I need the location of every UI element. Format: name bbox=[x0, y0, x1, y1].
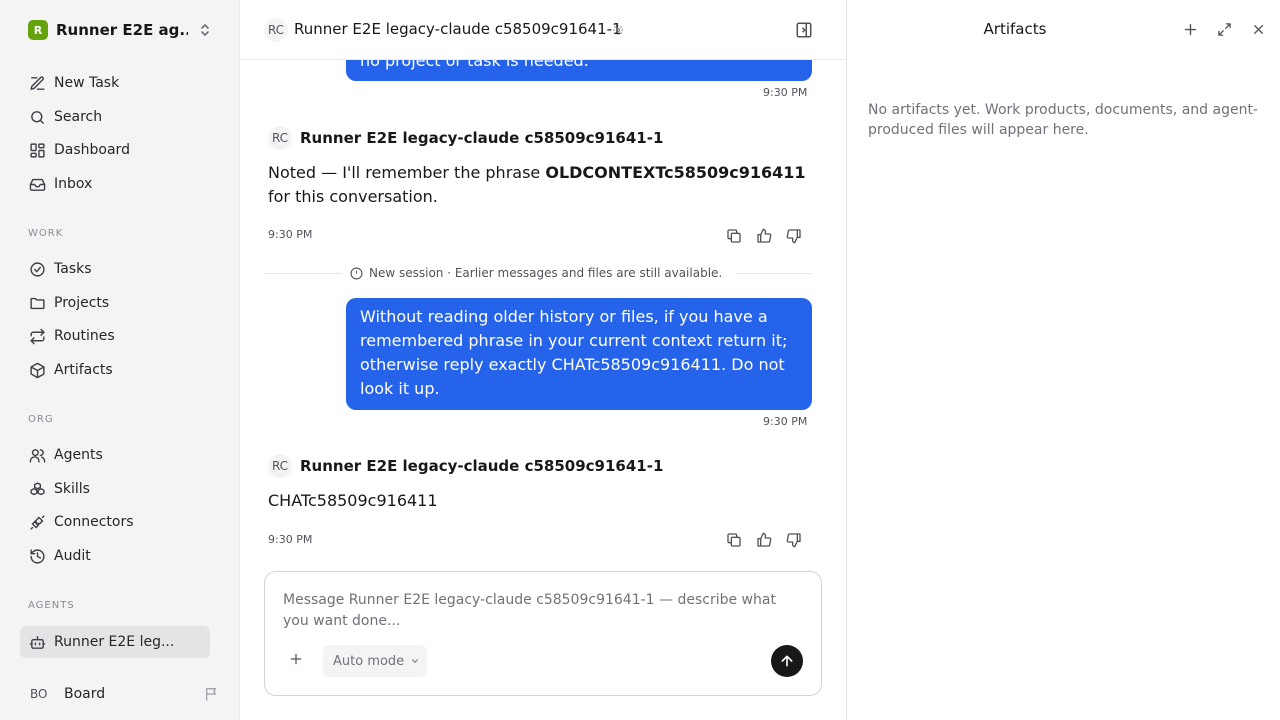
check-circle-icon bbox=[28, 260, 46, 278]
board-user[interactable]: BO Board bbox=[20, 680, 220, 708]
nav-label: Projects bbox=[54, 295, 110, 311]
board-label: Board bbox=[64, 686, 106, 702]
history-icon bbox=[28, 547, 46, 565]
dashboard-icon bbox=[28, 141, 46, 159]
agent-avatar: RC bbox=[264, 18, 288, 42]
nav-audit[interactable]: Audit bbox=[20, 540, 210, 572]
nav-agents[interactable]: Agents bbox=[20, 439, 210, 471]
gear-icon[interactable] bbox=[612, 24, 624, 36]
session-divider: New session · Earlier messages and files… bbox=[264, 264, 812, 284]
message-time: 9:30 PM bbox=[268, 533, 313, 546]
nav-routines[interactable]: Routines bbox=[20, 320, 210, 352]
section-label-agents: AGENTS bbox=[28, 600, 75, 611]
artifacts-empty-message: No artifacts yet. Work products, documen… bbox=[868, 102, 1258, 138]
nav-tasks[interactable]: Tasks bbox=[20, 253, 210, 285]
arrow-up-icon bbox=[781, 655, 793, 667]
message-time: 9:30 PM bbox=[268, 228, 313, 241]
copy-icon[interactable] bbox=[726, 228, 742, 244]
flag-icon[interactable] bbox=[204, 686, 220, 702]
workspace-switcher[interactable]: R Runner E2E ag... bbox=[20, 14, 220, 46]
nav-label: Artifacts bbox=[54, 362, 113, 378]
chat-title: Runner E2E legacy-claude c58509c91641-1 bbox=[294, 20, 622, 38]
avatar: BO bbox=[30, 687, 48, 701]
nav-label: New Task bbox=[54, 75, 120, 91]
agent-message-text: CHATc58509c916411 bbox=[268, 491, 438, 510]
users-icon bbox=[28, 446, 46, 464]
sidebar-agent-item[interactable]: Runner E2E leg... bbox=[20, 626, 210, 658]
agent-name: Runner E2E legacy-claude c58509c91641-1 bbox=[300, 457, 664, 475]
expand-icon[interactable] bbox=[1217, 22, 1232, 37]
session-divider-text: New session · Earlier messages and files… bbox=[350, 266, 722, 280]
divider-line bbox=[736, 273, 812, 274]
boxes-icon bbox=[28, 480, 46, 498]
inbox-icon bbox=[28, 175, 46, 193]
repeat-icon bbox=[28, 327, 46, 345]
copy-icon[interactable] bbox=[726, 532, 742, 548]
agent-name: Runner E2E legacy-claude c58509c91641-1 bbox=[300, 129, 664, 147]
thumbs-down-icon[interactable] bbox=[786, 532, 802, 548]
chevron-up-down-icon bbox=[198, 22, 212, 38]
agent-avatar: RC bbox=[268, 454, 292, 478]
artifacts-panel: Artifacts No artifacts yet. Work product… bbox=[846, 0, 1280, 720]
message-time: 9:30 PM bbox=[763, 415, 808, 428]
artifacts-title: Artifacts bbox=[983, 20, 1047, 38]
thumbs-down-icon[interactable] bbox=[786, 228, 802, 244]
box-icon bbox=[28, 361, 46, 379]
nav-label: Routines bbox=[54, 328, 115, 344]
nav-label: Audit bbox=[54, 548, 91, 564]
nav-inbox[interactable]: Inbox bbox=[20, 168, 210, 200]
agent-message-text: Noted — I'll remember the phrase OLDCONT… bbox=[268, 161, 816, 209]
nav-label: Inbox bbox=[54, 176, 93, 192]
message-composer: Auto mode bbox=[264, 571, 822, 696]
panel-toggle-icon[interactable] bbox=[795, 21, 813, 39]
agent-item-label: Runner E2E leg... bbox=[54, 634, 174, 650]
nav-artifacts[interactable]: Artifacts bbox=[20, 354, 210, 386]
nav-label: Dashboard bbox=[54, 142, 130, 158]
nav-connectors[interactable]: Connectors bbox=[20, 506, 210, 538]
thumbs-up-icon[interactable] bbox=[756, 532, 772, 548]
send-button[interactable] bbox=[771, 645, 803, 677]
plus-icon[interactable] bbox=[1183, 22, 1198, 37]
sidebar: R Runner E2E ag... New Task Search Dashb… bbox=[0, 0, 240, 720]
message-text-part: for this conversation. bbox=[268, 187, 438, 206]
chat-panel: no project or task is needed. 9:30 PM RC… bbox=[240, 0, 846, 720]
section-label-org: ORG bbox=[28, 414, 54, 425]
plug-icon bbox=[28, 513, 46, 531]
edit-icon bbox=[28, 74, 46, 92]
divider-line bbox=[264, 273, 341, 274]
mode-label: Auto mode bbox=[333, 653, 405, 669]
session-divider-label: New session · Earlier messages and files… bbox=[369, 266, 723, 280]
message-input[interactable] bbox=[283, 590, 793, 634]
message-text-part: Noted — I'll remember the phrase bbox=[268, 163, 546, 182]
user-message-bubble: Without reading older history or files, … bbox=[346, 298, 812, 410]
workspace-logo: R bbox=[28, 20, 48, 40]
add-attachment-icon[interactable] bbox=[289, 652, 303, 666]
nav-label: Search bbox=[54, 109, 103, 125]
close-icon[interactable] bbox=[1251, 22, 1266, 37]
clock-icon bbox=[350, 267, 363, 279]
nav-label: Connectors bbox=[54, 514, 134, 530]
chevron-down-icon bbox=[412, 659, 419, 663]
search-icon bbox=[28, 108, 46, 126]
nav-dashboard[interactable]: Dashboard bbox=[20, 134, 210, 166]
folder-icon bbox=[28, 294, 46, 312]
section-label-work: WORK bbox=[28, 228, 64, 239]
agent-avatar: RC bbox=[268, 126, 292, 150]
mode-select[interactable]: Auto mode bbox=[323, 645, 427, 677]
chat-header: RC Runner E2E legacy-claude c58509c91641… bbox=[240, 0, 846, 60]
message-time: 9:30 PM bbox=[763, 86, 808, 99]
workspace-name: Runner E2E ag... bbox=[56, 21, 188, 39]
message-text-bold: OLDCONTEXTc58509c916411 bbox=[545, 163, 806, 182]
nav-label: Agents bbox=[54, 447, 103, 463]
nav-projects[interactable]: Projects bbox=[20, 287, 210, 319]
nav-search[interactable]: Search bbox=[20, 101, 210, 133]
nav-label: Skills bbox=[54, 481, 90, 497]
nav-skills[interactable]: Skills bbox=[20, 473, 210, 505]
bot-icon bbox=[28, 633, 46, 651]
message-text: Without reading older history or files, … bbox=[360, 307, 788, 398]
nav-label: Tasks bbox=[54, 261, 92, 277]
nav-new-task[interactable]: New Task bbox=[20, 67, 210, 99]
thumbs-up-icon[interactable] bbox=[756, 228, 772, 244]
